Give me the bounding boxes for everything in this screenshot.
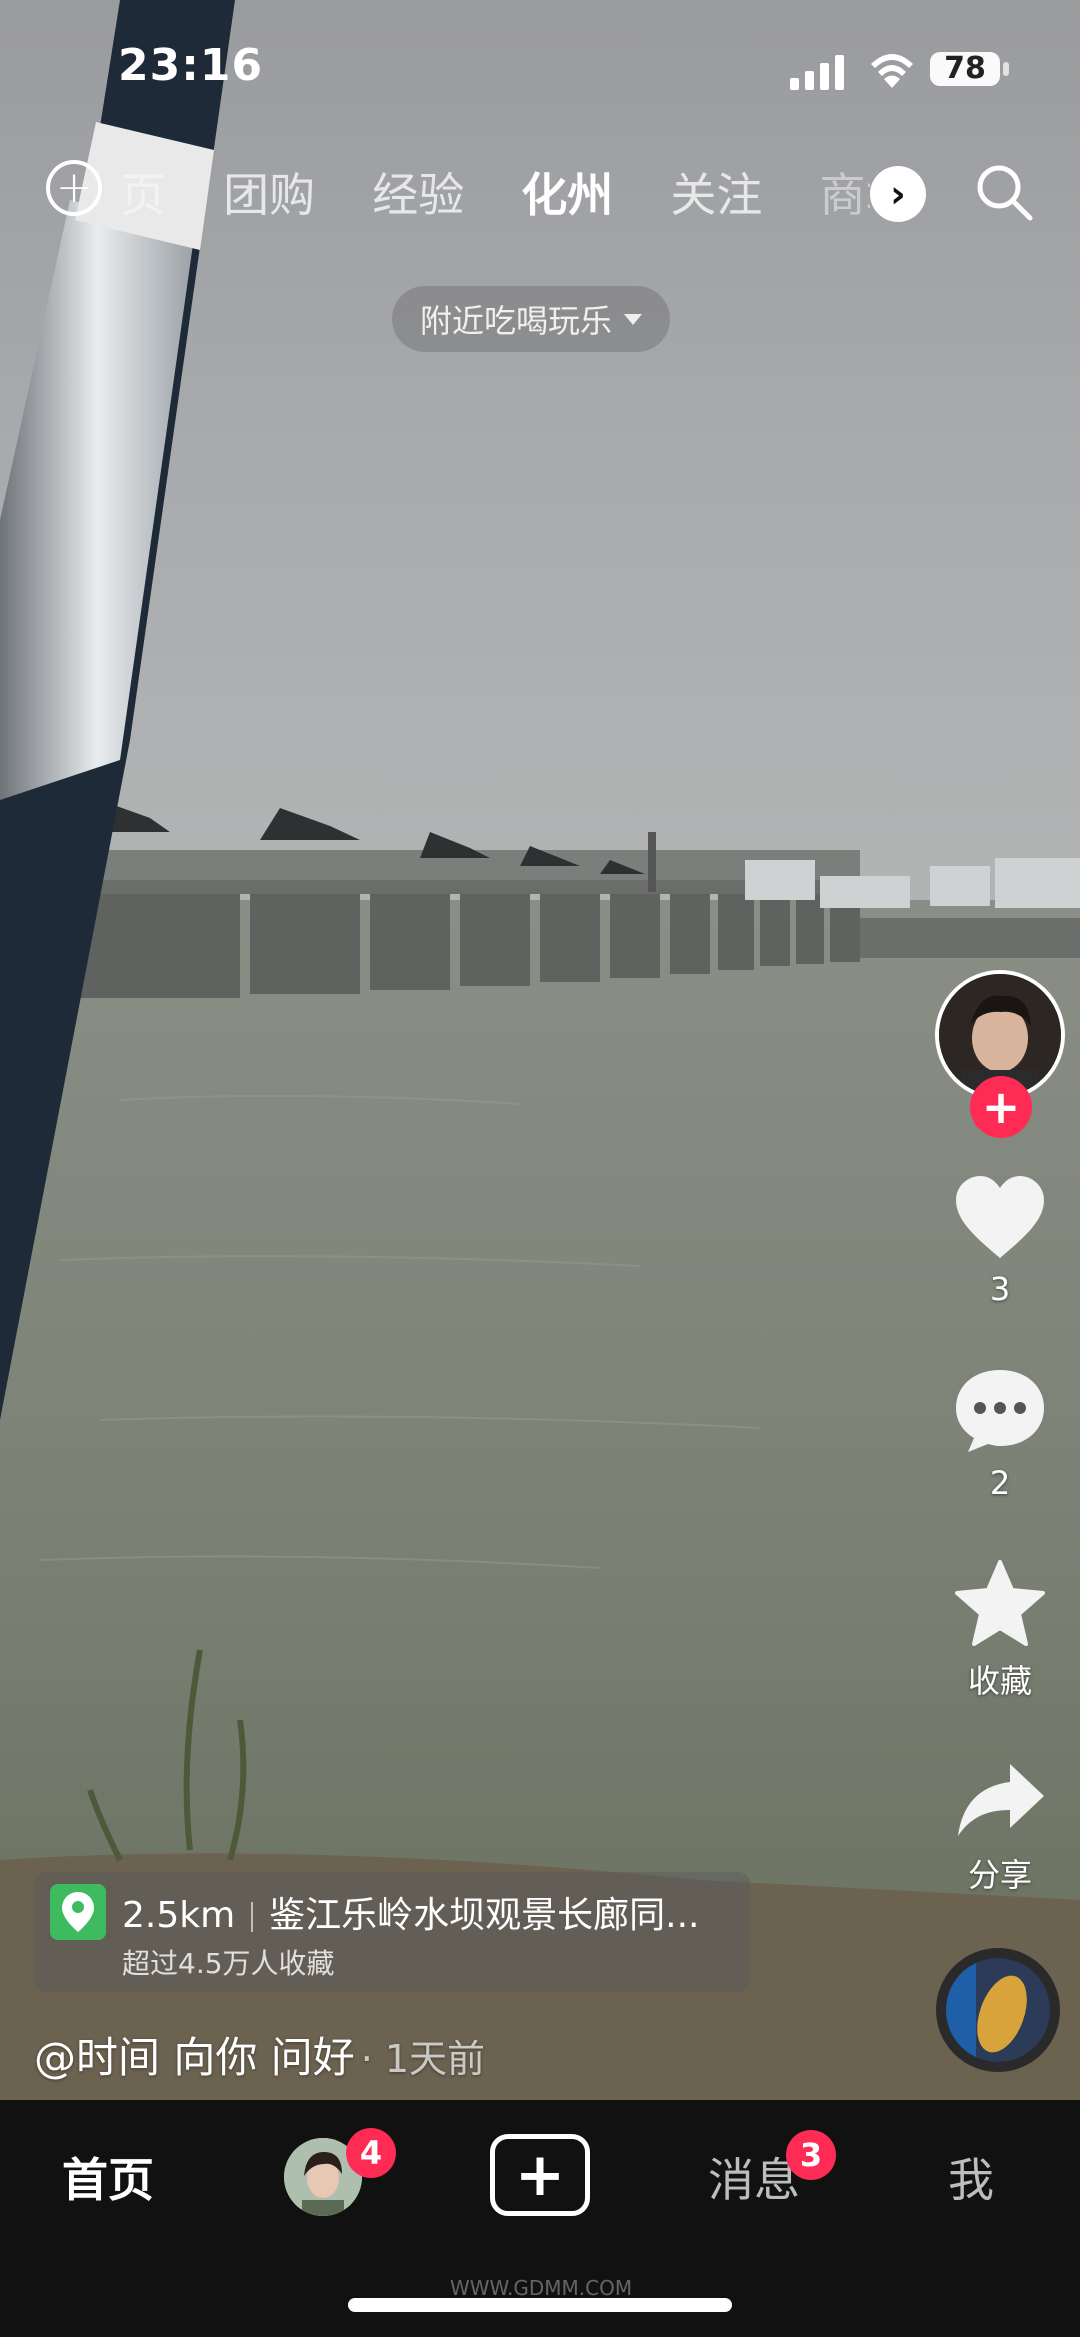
tab-mall[interactable]: 商城 [819,160,870,230]
location-distance: 2.5km [122,1895,236,1936]
create-button[interactable]: + [490,2134,590,2216]
tab-partial-left[interactable]: 页 [120,160,166,230]
favorite-button[interactable]: 收藏 [930,1560,1070,1702]
like-button[interactable]: 3 [930,1176,1070,1308]
heart-icon [956,1176,1044,1258]
status-bar: 23:16 78 [0,40,1080,110]
music-disc[interactable] [936,1948,1060,2072]
screen: 23:16 78 + 页 团购 经验 化州 关注 商城 › [0,0,1080,2337]
messages-badge: 3 [786,2130,836,2180]
add-circle-icon[interactable]: + [46,160,102,216]
location-card[interactable]: 2.5km 鉴江乐岭水坝观景长廊同... 超过4.5万人收藏 [34,1872,750,1992]
like-count: 3 [989,1270,1011,1308]
follow-button[interactable]: + [970,1076,1032,1138]
friends-badge: 4 [346,2128,396,2178]
watermark: WWW.GDMM.COM [450,2276,633,2300]
home-indicator[interactable] [348,2298,732,2312]
wifi-icon [871,54,913,88]
comment-button[interactable]: 2 [930,1368,1070,1502]
battery-indicator: 78 [930,52,1000,86]
cellular-signal-icon [790,55,844,90]
search-icon[interactable] [972,160,1036,224]
divider [251,1902,254,1932]
location-name: 鉴江乐岭水坝观景长廊同... [269,1895,700,1936]
share-button[interactable]: 分享 [930,1760,1070,1896]
star-icon [955,1560,1045,1646]
favorite-label: 收藏 [967,1662,1032,1700]
share-label: 分享 [967,1856,1032,1894]
post-time: · 1天前 [360,2037,486,2081]
tab-group-buy[interactable]: 团购 [223,160,315,230]
location-pin-icon [50,1884,106,1940]
nearby-filter-label: 附近吃喝玩乐 [420,302,613,340]
tab-experience[interactable]: 经验 [372,160,464,230]
chevron-right-icon[interactable]: › [870,166,926,222]
share-icon [958,1764,1044,1836]
clock: 23:16 [118,40,264,91]
author-line: @时间 向你 问好 · 1天前 [34,2024,485,2085]
top-nav: + 页 团购 经验 化州 关注 商城 › [0,160,1080,250]
caret-down-icon [624,313,643,325]
tab-home[interactable]: 首页 [62,2144,154,2210]
river [0,900,1080,1900]
author-name[interactable]: @时间 向你 问好 [34,2033,355,2082]
channel-tabs: 页 团购 经验 化州 关注 商城 [120,160,870,230]
battery-cap [1003,62,1009,76]
nearby-filter-button[interactable]: 附近吃喝玩乐 [392,286,671,352]
comment-icon [956,1370,1044,1452]
location-title: 2.5km 鉴江乐岭水坝观景长廊同... [122,1886,732,1938]
tab-following[interactable]: 关注 [670,160,762,230]
tab-me[interactable]: 我 [948,2144,994,2210]
location-saves: 超过4.5万人收藏 [122,1947,335,1980]
tab-huazhou[interactable]: 化州 [521,160,613,230]
comment-count: 2 [989,1464,1011,1502]
